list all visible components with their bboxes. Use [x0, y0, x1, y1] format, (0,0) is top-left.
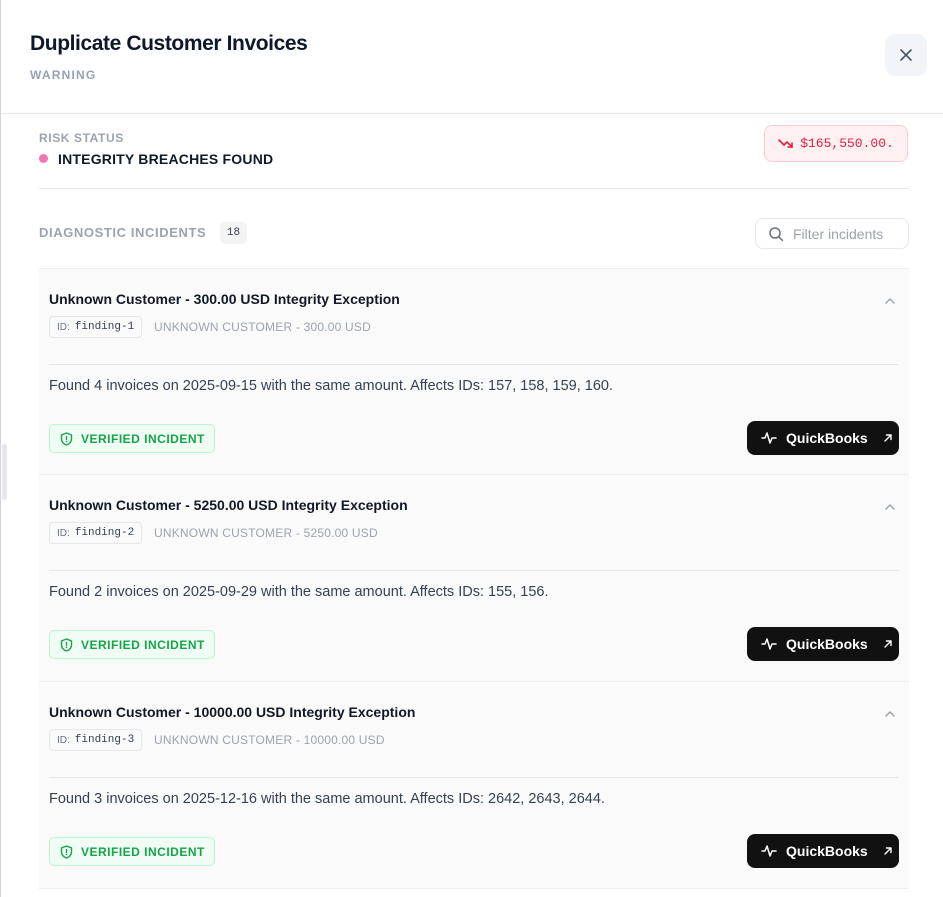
verified-incident-badge: VERIFIED INCIDENT — [49, 424, 215, 453]
search-icon — [769, 226, 784, 241]
shield-icon — [60, 637, 73, 652]
severity-label: WARNING — [30, 68, 97, 82]
chevron-up-icon[interactable] — [884, 297, 896, 305]
incident-title: Unknown Customer - 5250.00 USD Integrity… — [49, 497, 408, 513]
verified-incident-label: VERIFIED INCIDENT — [81, 431, 205, 446]
trending-down-icon — [778, 138, 793, 148]
incident-subtitle: UNKNOWN CUSTOMER - 5250.00 USD — [154, 526, 378, 540]
close-icon — [900, 49, 912, 61]
incident-card: Unknown Customer - 5250.00 USD Integrity… — [39, 474, 909, 681]
filter-incidents-input[interactable] — [793, 225, 903, 242]
incident-id: finding-3 — [74, 734, 135, 746]
quickbooks-button[interactable]: QuickBooks — [747, 627, 899, 661]
close-button[interactable] — [885, 34, 927, 76]
resize-handle[interactable] — [2, 444, 7, 500]
incident-id: finding-1 — [74, 321, 135, 333]
incident-card: Unknown Customer - 300.00 USD Integrity … — [39, 268, 909, 474]
chevron-up-icon[interactable] — [884, 710, 896, 718]
verified-incident-badge: VERIFIED INCIDENT — [49, 630, 215, 659]
incident-id-label: ID: — [57, 734, 70, 746]
incident-description: Found 4 invoices on 2025-09-15 with the … — [49, 378, 613, 394]
verified-incident-label: VERIFIED INCIDENT — [81, 844, 205, 859]
incident-card: Unknown Customer - 10000.00 USD Integrit… — [39, 681, 909, 889]
risk-status-dot — [39, 154, 48, 163]
divider — [39, 188, 909, 189]
filter-incidents-field[interactable] — [755, 218, 909, 249]
quickbooks-button-label: QuickBooks — [786, 430, 868, 446]
incident-title: Unknown Customer - 10000.00 USD Integrit… — [49, 704, 416, 720]
incident-divider — [49, 777, 899, 778]
incidents-label: DIAGNOSTIC INCIDENTS — [39, 225, 207, 240]
panel-header: Duplicate Customer Invoices WARNING — [1, 0, 943, 114]
incident-divider — [49, 364, 899, 365]
incident-divider — [49, 570, 899, 571]
activity-icon — [761, 638, 777, 650]
incident-id-label: ID: — [57, 321, 70, 333]
incident-id-tag: ID: finding-2 — [49, 522, 143, 544]
risk-amount-badge: $165,550.00. — [764, 125, 908, 162]
incident-id: finding-2 — [74, 527, 135, 539]
risk-amount: $165,550.00. — [800, 136, 894, 151]
external-link-icon — [884, 640, 892, 648]
incident-id-tag: ID: finding-1 — [49, 316, 143, 338]
risk-status-value: INTEGRITY BREACHES FOUND — [58, 151, 274, 167]
incident-id-label: ID: — [57, 527, 70, 539]
chevron-up-icon[interactable] — [884, 503, 896, 511]
panel-left-border — [0, 0, 1, 897]
incident-description: Found 3 invoices on 2025-12-16 with the … — [49, 791, 605, 807]
page-title: Duplicate Customer Invoices — [30, 32, 308, 55]
incident-subtitle: UNKNOWN CUSTOMER - 10000.00 USD — [154, 733, 385, 747]
quickbooks-button[interactable]: QuickBooks — [747, 421, 899, 455]
quickbooks-button-label: QuickBooks — [786, 843, 868, 859]
incidents-count-badge: 18 — [220, 222, 247, 244]
incident-subtitle: UNKNOWN CUSTOMER - 300.00 USD — [154, 320, 371, 334]
activity-icon — [761, 432, 777, 444]
verified-incident-label: VERIFIED INCIDENT — [81, 637, 205, 652]
incident-title: Unknown Customer - 300.00 USD Integrity … — [49, 291, 400, 307]
shield-icon — [60, 431, 73, 446]
quickbooks-button[interactable]: QuickBooks — [747, 834, 899, 868]
risk-status-label: RISK STATUS — [39, 131, 124, 145]
incident-description: Found 2 invoices on 2025-09-29 with the … — [49, 584, 549, 600]
shield-icon — [60, 844, 73, 859]
external-link-icon — [884, 847, 892, 855]
external-link-icon — [884, 434, 892, 442]
incident-id-tag: ID: finding-3 — [49, 729, 143, 751]
activity-icon — [761, 845, 777, 857]
verified-incident-badge: VERIFIED INCIDENT — [49, 837, 215, 866]
quickbooks-button-label: QuickBooks — [786, 636, 868, 652]
